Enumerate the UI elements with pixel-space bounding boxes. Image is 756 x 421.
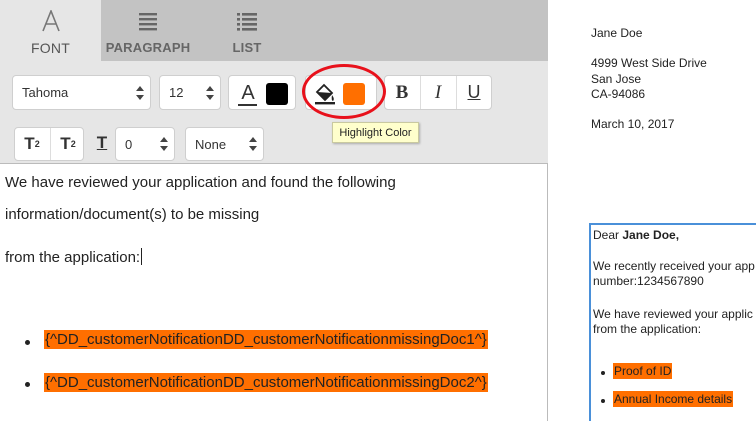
list-icon	[195, 9, 299, 33]
font-family-select[interactable]: Tahoma	[12, 75, 151, 110]
letter-p2-line2: from the application:	[593, 322, 702, 336]
editor-line-3-text: from the application:	[5, 249, 141, 266]
toolbar-row-2: T2 T2 T 0 None	[0, 123, 548, 163]
tab-font[interactable]: FONT	[0, 0, 101, 61]
editor-line-3: from the application:	[5, 248, 143, 266]
letter-p1-line2: number:1234567890	[593, 274, 704, 288]
greeting-name: Jane Doe,	[622, 228, 680, 242]
select-arrows-icon	[249, 137, 257, 151]
tab-list-label: LIST	[232, 40, 262, 55]
address-line-1: 4999 West Side Drive	[591, 56, 707, 70]
greeting-prefix: Dear	[593, 228, 623, 242]
preview-list-item: Annual Income details	[613, 391, 734, 407]
toolbar-row-1: Tahoma 12 A B I U	[0, 61, 548, 123]
font-size-select[interactable]: 12	[159, 75, 221, 110]
tab-list[interactable]: LIST	[195, 0, 299, 61]
text-color-underline	[238, 104, 257, 106]
italic-button[interactable]: I	[421, 76, 455, 109]
font-family-value: Tahoma	[22, 85, 69, 100]
letter-spacing-icon: T	[92, 130, 112, 156]
list-item: {^DD_customerNotificationDD_customerNoti…	[44, 330, 488, 349]
font-size-value: 12	[169, 85, 184, 100]
paragraph-lines-icon	[101, 9, 195, 33]
list-bullet	[601, 399, 605, 403]
superscript-t: T	[24, 134, 35, 153]
letter-date: March 10, 2017	[591, 117, 675, 131]
underline-button[interactable]: U	[457, 76, 491, 109]
recipient-name: Jane Doe	[591, 26, 643, 40]
letter-spacing-t: T	[96, 133, 108, 152]
list-item: {^DD_customerNotificationDD_customerNoti…	[44, 373, 488, 392]
script-group: T2 T2	[14, 127, 84, 161]
format-tabs: FONT PARAGRAPH LIST	[0, 0, 548, 61]
editor-content-area[interactable]: We have reviewed your application and fo…	[0, 163, 548, 421]
text-color-a-icon: A	[241, 81, 255, 104]
text-style-value: None	[195, 136, 227, 152]
subscript-t: T	[60, 134, 71, 153]
highlight-color-tooltip: Highlight Color	[332, 122, 419, 143]
select-arrows-icon	[136, 85, 144, 100]
address-state-zip: CA-94086	[591, 87, 646, 101]
list-bullet	[601, 371, 605, 375]
text-color-button[interactable]: A	[228, 75, 296, 110]
superscript-button[interactable]: T2	[15, 128, 49, 160]
tab-font-label: FONT	[31, 40, 70, 56]
select-arrows-icon	[160, 137, 168, 151]
pane-divider	[548, 0, 566, 421]
text-style-select[interactable]: None	[185, 127, 264, 161]
paint-bucket-icon	[314, 83, 336, 105]
highlight-color-swatch[interactable]	[343, 83, 365, 105]
list-bullet	[25, 382, 30, 387]
bold-button[interactable]: B	[385, 76, 419, 109]
editor-line-1: We have reviewed your application and fo…	[5, 174, 396, 191]
subscript-mark: 2	[70, 139, 76, 149]
editor-line-2: information/document(s) to be missing	[5, 206, 260, 223]
letter-p2-line1: We have reviewed your applic	[593, 307, 753, 321]
address-city: San Jose	[591, 72, 642, 86]
subscript-button[interactable]: T2	[51, 128, 85, 160]
superscript-mark: 2	[34, 139, 40, 149]
highlight-color-button[interactable]	[305, 75, 377, 110]
editor-pane: FONT PARAGRAPH LIST Tahoma 12 A B I U T …	[0, 0, 548, 421]
tab-paragraph-label: PARAGRAPH	[105, 40, 191, 55]
letter-greeting: Dear Jane Doe,	[593, 228, 679, 242]
text-style-group: B I U	[384, 75, 492, 110]
letter-spacing-select[interactable]: 0	[115, 127, 175, 161]
letter-spacing-value: 0	[125, 136, 133, 152]
letter-p1-line1: We recently received your app	[593, 259, 755, 273]
letter-preview: Jane Doe 4999 West Side Drive San Jose C…	[566, 0, 756, 421]
text-color-swatch[interactable]	[266, 83, 288, 105]
preview-list-item: Proof of ID	[613, 363, 673, 379]
letter-body-box: Dear Jane Doe, We recently received your…	[589, 223, 756, 421]
tab-paragraph[interactable]: PARAGRAPH	[101, 0, 195, 61]
select-arrows-icon	[206, 85, 214, 100]
font-a-icon	[0, 9, 101, 33]
text-caret	[141, 248, 143, 265]
list-bullet	[25, 340, 30, 345]
